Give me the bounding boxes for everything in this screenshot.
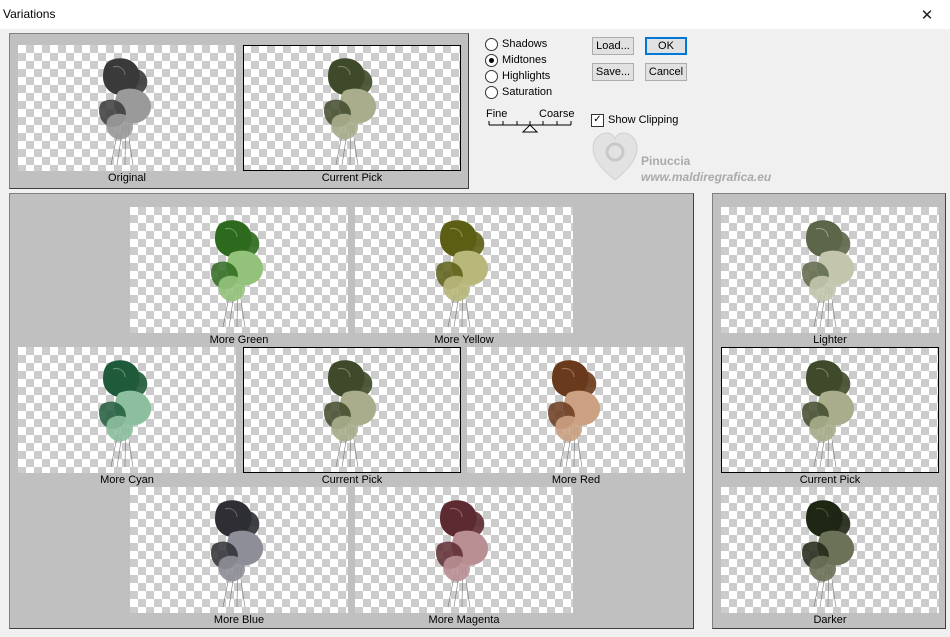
close-button[interactable]: ✕: [904, 0, 950, 29]
radio-circle: [485, 37, 498, 51]
preview-panel: Original Current Pick: [9, 33, 469, 189]
flower-preview-more-yellow: [436, 220, 489, 328]
thumbnail-label: More Magenta: [428, 614, 500, 626]
flower-preview-more-red: [548, 360, 601, 468]
cancel-button[interactable]: Cancel: [645, 63, 687, 81]
checkmark-icon: ✓: [593, 114, 602, 125]
brightness-panel: Lighter Current Pick Darker: [712, 193, 946, 629]
radio-circle: [485, 85, 498, 99]
radio-shadows[interactable]: Shadows: [485, 37, 547, 51]
thumbnail-label: More Cyan: [100, 474, 154, 486]
ok-button[interactable]: OK: [645, 37, 687, 55]
radio-label: Shadows: [502, 38, 548, 50]
thumbnail-label: Lighter: [813, 334, 847, 346]
close-icon: ✕: [920, 6, 934, 24]
thumbnail-label: Current Pick: [321, 172, 383, 184]
thumbnail-label: Current Pick: [321, 474, 383, 486]
radio-midtones[interactable]: Midtones: [485, 53, 547, 67]
thumbnail-label: Original: [108, 172, 146, 184]
thumbnail-label: Darker: [813, 614, 847, 626]
color-variations-panel: More Green More Yellow More Cyan Current…: [9, 193, 694, 629]
radio-circle: [485, 69, 498, 83]
watermark-text: Pinuccia: [641, 154, 691, 168]
flower-preview-more-green: [211, 220, 264, 328]
flower-preview-more-cyan: [99, 360, 152, 468]
radio-label: Saturation: [502, 86, 553, 98]
radio-label: Highlights: [502, 70, 551, 82]
flower-preview-more-magenta: [436, 500, 489, 608]
watermark-heart-icon: [592, 132, 638, 181]
thumbnail-label: More Yellow: [434, 334, 494, 346]
flower-preview-lighter: [802, 220, 855, 328]
thumbnail-label: More Blue: [213, 614, 265, 626]
flower-preview-current-pick: [324, 360, 377, 468]
save-button[interactable]: Save...: [592, 63, 634, 81]
radio-circle: [485, 53, 498, 67]
slider-thumb-icon: [521, 124, 539, 133]
thumbnail-label: More Red: [551, 474, 601, 486]
load-button[interactable]: Load...: [592, 37, 634, 55]
title-bar: Variations ✕: [0, 0, 950, 29]
checkbox-box: ✓: [591, 113, 604, 127]
radio-highlights[interactable]: Highlights: [485, 69, 550, 83]
flower-preview-current-pick: [802, 360, 855, 468]
flower-preview-darker: [802, 500, 855, 608]
thumbnail-label: Current Pick: [799, 474, 861, 486]
show-clipping-label: Show Clipping: [608, 114, 679, 126]
fine-coarse-slider[interactable]: [486, 118, 576, 134]
watermark-url: www.maldiregrafica.eu: [641, 170, 772, 184]
thumbnail-label: More Green: [209, 334, 269, 346]
flower-preview-more-blue: [211, 500, 264, 608]
show-clipping-checkbox[interactable]: ✓ Show Clipping: [591, 113, 678, 127]
flower-preview-current-pick: [324, 58, 377, 166]
flower-preview-original: [99, 58, 152, 166]
radio-label: Midtones: [502, 54, 547, 66]
window-title: Variations: [3, 7, 56, 21]
radio-saturation[interactable]: Saturation: [485, 85, 552, 99]
